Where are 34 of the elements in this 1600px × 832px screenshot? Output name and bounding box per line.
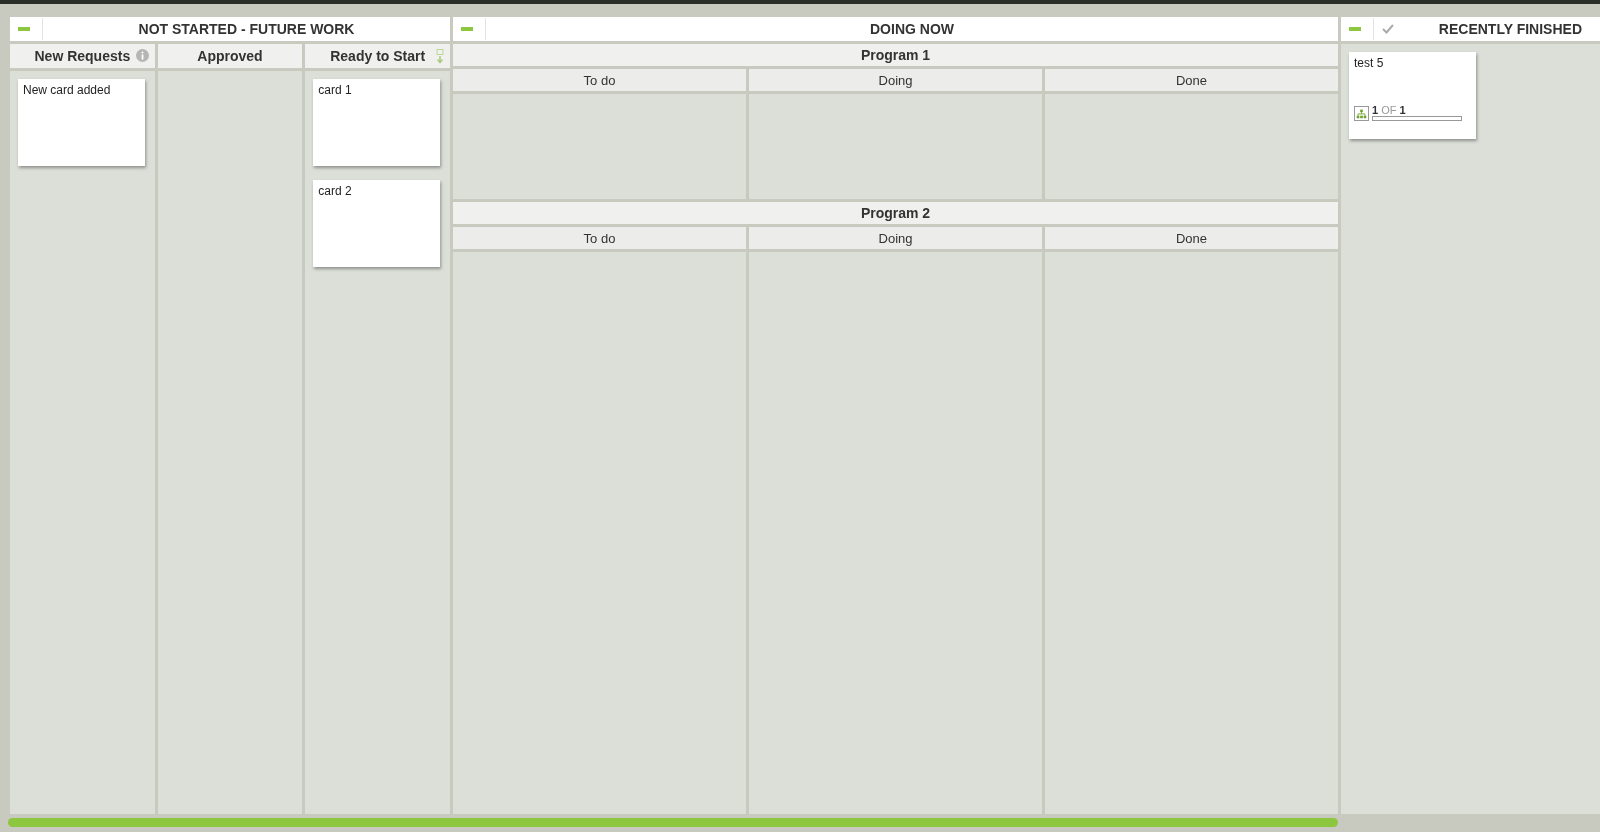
lane-header[interactable]: Doing: [749, 227, 1042, 249]
card-title: New card added: [23, 83, 112, 97]
card[interactable]: New card added: [18, 79, 145, 166]
lane-title: Ready to Start: [330, 48, 426, 64]
wip-limit-icon[interactable]: [436, 49, 444, 64]
lane-header[interactable]: Doing: [749, 69, 1042, 91]
card-title: test 5: [1354, 56, 1385, 70]
program-header[interactable]: Program 2: [453, 202, 1338, 224]
card-title: card 1: [318, 83, 353, 97]
lane-title: New Requests: [34, 48, 131, 64]
collapse-icon[interactable]: [18, 27, 30, 31]
progress-count: 1 OF 1: [1372, 105, 1407, 116]
hierarchy-icon[interactable]: [1354, 106, 1369, 121]
lane-header[interactable]: Done: [1045, 227, 1338, 249]
program-header[interactable]: Program 1: [453, 44, 1338, 66]
lane-header[interactable]: To do: [453, 69, 746, 91]
info-icon[interactable]: [135, 49, 149, 62]
lane-header[interactable]: Ready to Start: [305, 44, 450, 68]
card[interactable]: test 5 1 OF 1: [1349, 52, 1476, 139]
card[interactable]: card 1: [313, 79, 441, 166]
collapse-icon[interactable]: [461, 27, 473, 31]
lane-header[interactable]: Approved: [157, 44, 303, 68]
card-title: card 2: [318, 184, 353, 198]
section-title: DOING NOW: [869, 21, 955, 37]
lane-header[interactable]: To do: [453, 227, 746, 249]
scrollbar[interactable]: [8, 818, 1338, 827]
lane-header[interactable]: Done: [1045, 69, 1338, 91]
lane-title: Approved: [197, 48, 263, 64]
check-icon[interactable]: [1382, 24, 1394, 34]
lane-header[interactable]: New Requests: [10, 44, 155, 68]
collapse-icon[interactable]: [1349, 27, 1361, 31]
section-title: NOT STARTED - FUTURE WORK: [137, 21, 356, 37]
card[interactable]: card 2: [313, 180, 441, 267]
section-title: RECENTLY FINISHED: [1437, 21, 1583, 37]
